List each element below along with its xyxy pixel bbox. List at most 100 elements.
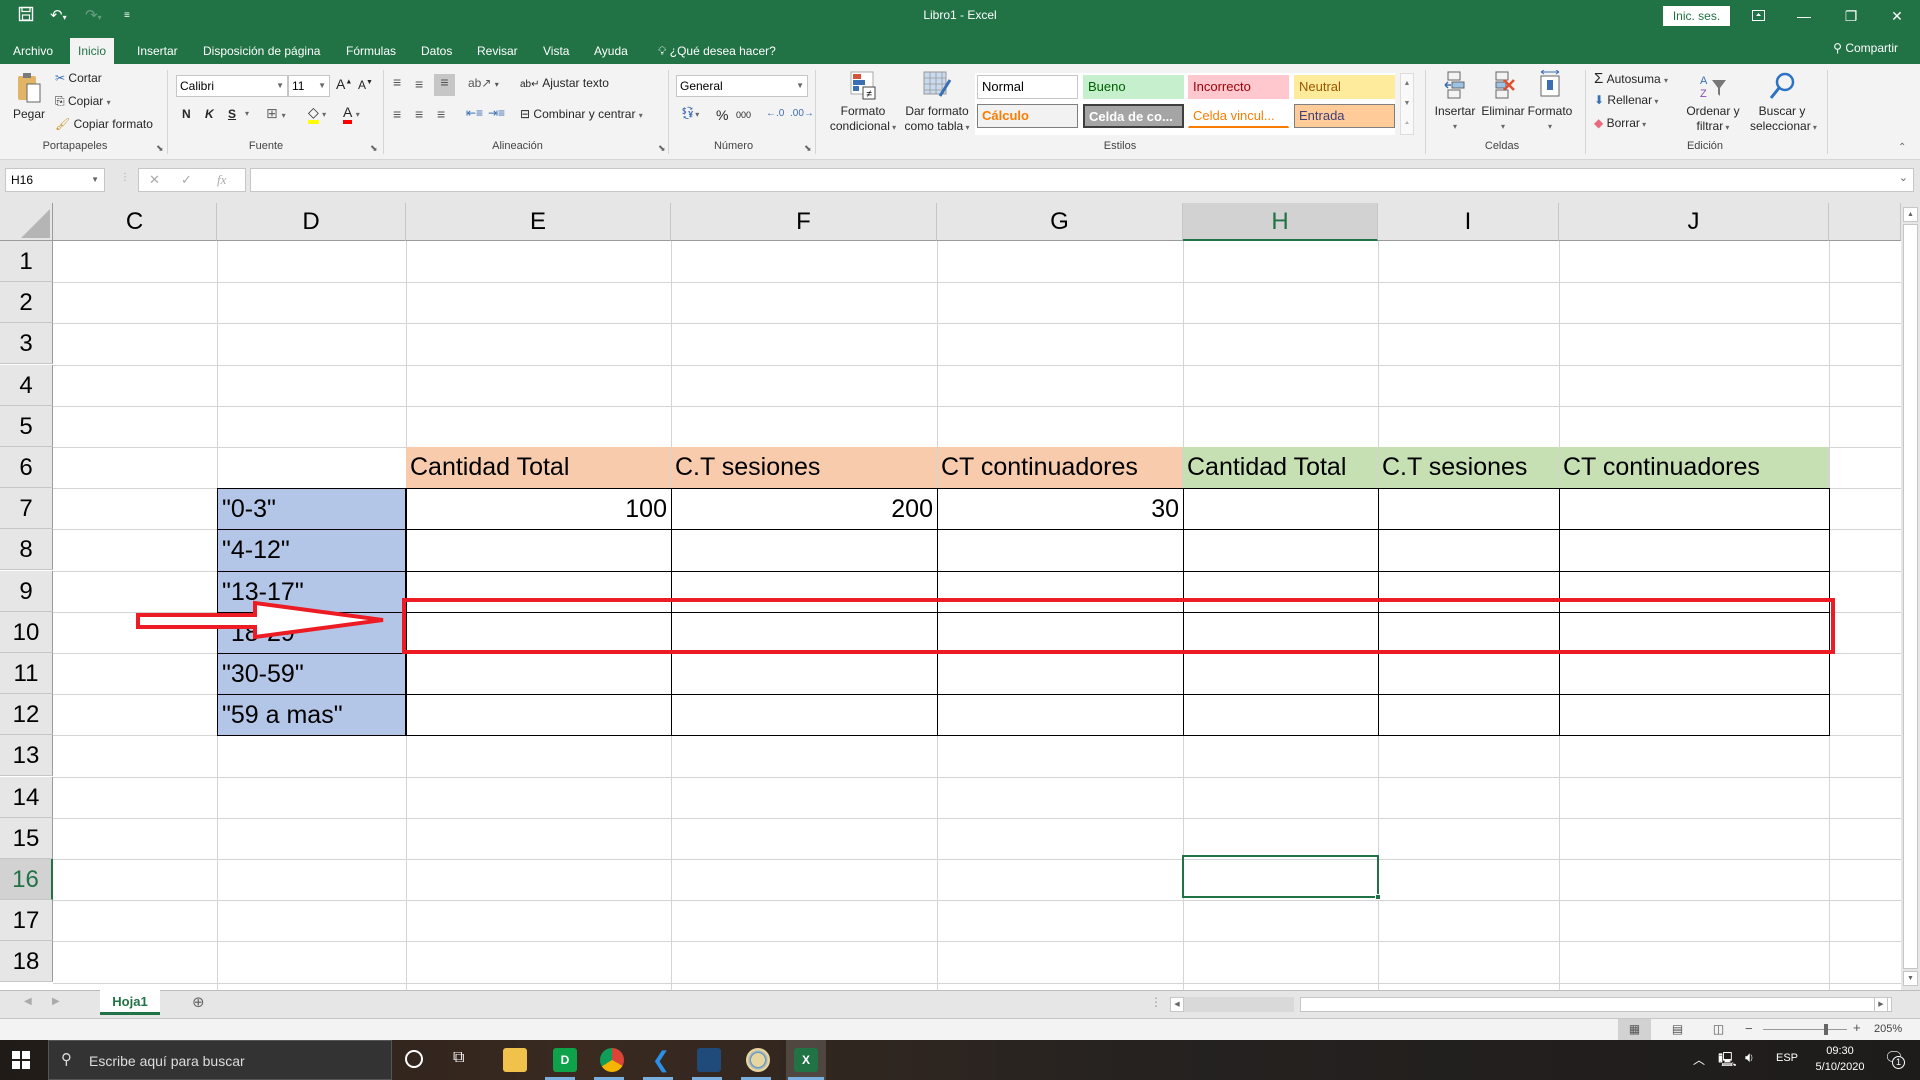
align-right-button[interactable]: ≡ [437, 106, 445, 122]
orientation-button[interactable]: ab↗ ▾ [468, 76, 499, 90]
zoom-slider[interactable] [1763, 1029, 1847, 1030]
data-cell[interactable] [1559, 488, 1830, 531]
row-header-18[interactable]: 18 [0, 941, 53, 983]
format-as-table-button[interactable]: Dar formato como tabla ▾ [897, 70, 977, 135]
row-header-2[interactable]: 2 [0, 282, 53, 324]
horizontal-scroll-thumb[interactable] [1300, 997, 1892, 1012]
tab-revisar[interactable]: Revisar [469, 38, 526, 64]
data-cell[interactable] [1183, 529, 1379, 572]
conditional-format-button[interactable]: ≠ Formato condicional ▾ [823, 70, 903, 135]
format-painter-button[interactable]: 🖌︎ Copiar formato [55, 117, 153, 131]
formula-input[interactable]: ⌄ [250, 168, 1914, 192]
bold-button[interactable]: N [182, 107, 191, 121]
data-cell[interactable] [671, 694, 938, 737]
column-header-k-partial[interactable] [1829, 203, 1901, 241]
subheader-cell[interactable]: Cantidad Total [1183, 447, 1378, 489]
data-cell[interactable] [1559, 529, 1830, 572]
age-group-cell[interactable]: "0-3" [217, 488, 406, 531]
style-normal[interactable]: Normal [977, 75, 1078, 99]
tab-disposicion[interactable]: Disposición de página [195, 38, 328, 64]
add-sheet-icon[interactable]: ⊕ [192, 993, 205, 1011]
insert-cells-button[interactable]: Insertar ▾ [1432, 70, 1478, 134]
tab-vista[interactable]: Vista [535, 38, 577, 64]
subheader-cell[interactable]: C.T sesiones [671, 447, 937, 489]
data-cell[interactable] [937, 529, 1184, 572]
row-header-12[interactable]: 12 [0, 694, 53, 736]
data-cell[interactable] [671, 653, 938, 696]
column-header-f[interactable]: F [671, 203, 937, 241]
style-incorrecto[interactable]: Incorrecto [1188, 75, 1289, 99]
insert-function-icon[interactable]: fx [217, 172, 226, 188]
data-cell[interactable]: 100 [406, 488, 672, 531]
style-bueno[interactable]: Bueno [1083, 75, 1184, 99]
page-layout-view-button[interactable]: ▤ [1665, 1019, 1690, 1040]
data-cell[interactable]: 200 [671, 488, 938, 531]
zoom-out-button[interactable]: − [1745, 1021, 1753, 1036]
prev-sheet-icon[interactable]: ◀ [24, 996, 32, 1007]
accounting-format-button[interactable]: 💱︎▾ [680, 106, 699, 120]
data-cell[interactable]: 30 [937, 488, 1184, 531]
data-cell[interactable] [406, 653, 672, 696]
cortana-icon[interactable] [405, 1050, 423, 1068]
chrome-icon[interactable] [600, 1048, 624, 1072]
clock[interactable]: 09:30 5/10/2020 [1810, 1043, 1870, 1075]
share-button[interactable]: ⚲ Compartir [1833, 41, 1898, 55]
align-middle-button[interactable]: ≡ [415, 76, 423, 92]
selected-cell-h16[interactable] [1182, 855, 1379, 898]
page-break-view-button[interactable]: ◫ [1706, 1019, 1731, 1040]
enter-icon[interactable]: ✓ [181, 172, 192, 188]
data-cell[interactable] [1378, 694, 1560, 737]
increase-indent-button[interactable]: ⇥≡ [488, 106, 505, 120]
minimize-button[interactable]: — [1784, 4, 1824, 28]
row-header-9[interactable]: 9 [0, 570, 53, 612]
subheader-cell[interactable]: C.T sesiones [1378, 447, 1559, 489]
row-header-14[interactable]: 14 [0, 776, 53, 818]
font-size-select[interactable]: 11 ▼ [288, 75, 330, 97]
decrease-indent-button[interactable]: ⇤≡ [466, 106, 483, 120]
column-header-e[interactable]: E [406, 203, 671, 241]
worksheet-grid[interactable]: C D E F G H I J 1 2 3 4 5 6 7 8 9 10 11 12 13 14 15 16 1… [0, 203, 1920, 990]
row-header-4[interactable]: 4 [0, 364, 53, 406]
subheader-cell[interactable]: Cantidad Total [406, 447, 671, 489]
row-header-16[interactable]: 16 [0, 859, 53, 900]
tab-ayuda[interactable]: Ayuda [586, 38, 636, 64]
thousands-button[interactable]: 000 [736, 110, 751, 120]
action-center-icon[interactable]: 🗨︎1 [1884, 1048, 1905, 1069]
column-header-d[interactable]: D [217, 203, 406, 241]
borders-button[interactable]: ⊞ ▾ [266, 105, 286, 122]
row-header-1[interactable]: 1 [0, 241, 53, 282]
vscode-icon[interactable]: ❮ [649, 1048, 673, 1072]
taskbar-search-box[interactable]: ⚲ Escribe aquí para buscar [48, 1040, 392, 1080]
italic-button[interactable]: K [205, 107, 214, 121]
font-name-select[interactable]: Calibri ▼ [176, 75, 288, 97]
subheader-cell[interactable]: CT continuadores [1559, 447, 1829, 489]
column-header-j[interactable]: J [1559, 203, 1829, 241]
align-left-button[interactable]: ≡ [393, 106, 401, 122]
row-header-7[interactable]: 7 [0, 488, 53, 530]
collapse-ribbon-icon[interactable]: ⌃ [1898, 142, 1906, 153]
column-header-g[interactable]: G [937, 203, 1183, 241]
tab-insertar[interactable]: Insertar [129, 38, 186, 64]
close-button[interactable]: ✕ [1877, 4, 1917, 28]
row-header-17[interactable]: 17 [0, 900, 53, 942]
sheet-tab-hoja1[interactable]: Hoja1 [100, 990, 160, 1015]
normal-view-button[interactable]: ▦ [1618, 1019, 1651, 1040]
underline-dropdown-icon[interactable]: ▾ [245, 109, 249, 118]
dialog-launcher-icon[interactable]: ⬊ [156, 143, 164, 154]
style-celda-comprobacion[interactable]: Celda de co... [1083, 104, 1184, 128]
align-center-button[interactable]: ≡ [415, 106, 423, 122]
data-cell[interactable] [1378, 529, 1560, 572]
row-header-3[interactable]: 3 [0, 323, 53, 365]
underline-button[interactable]: S [228, 107, 236, 121]
merge-center-button[interactable]: ⊟ Combinar y centrar ▾ [520, 107, 643, 121]
row-header-8[interactable]: 8 [0, 529, 53, 571]
scroll-left-button[interactable]: ◀ [1170, 997, 1184, 1012]
tab-datos[interactable]: Datos [413, 38, 460, 64]
file-explorer-icon[interactable] [503, 1048, 527, 1072]
style-celda-vinculada[interactable]: Celda vincul... [1188, 104, 1289, 128]
cancel-icon[interactable]: ✕ [149, 172, 160, 188]
network-icon[interactable]: 🖳︎ [1718, 1049, 1737, 1073]
row-header-6[interactable]: 6 [0, 447, 53, 488]
dialog-launcher-icon[interactable]: ⬊ [804, 143, 812, 154]
zoom-slider-thumb[interactable] [1824, 1024, 1828, 1035]
